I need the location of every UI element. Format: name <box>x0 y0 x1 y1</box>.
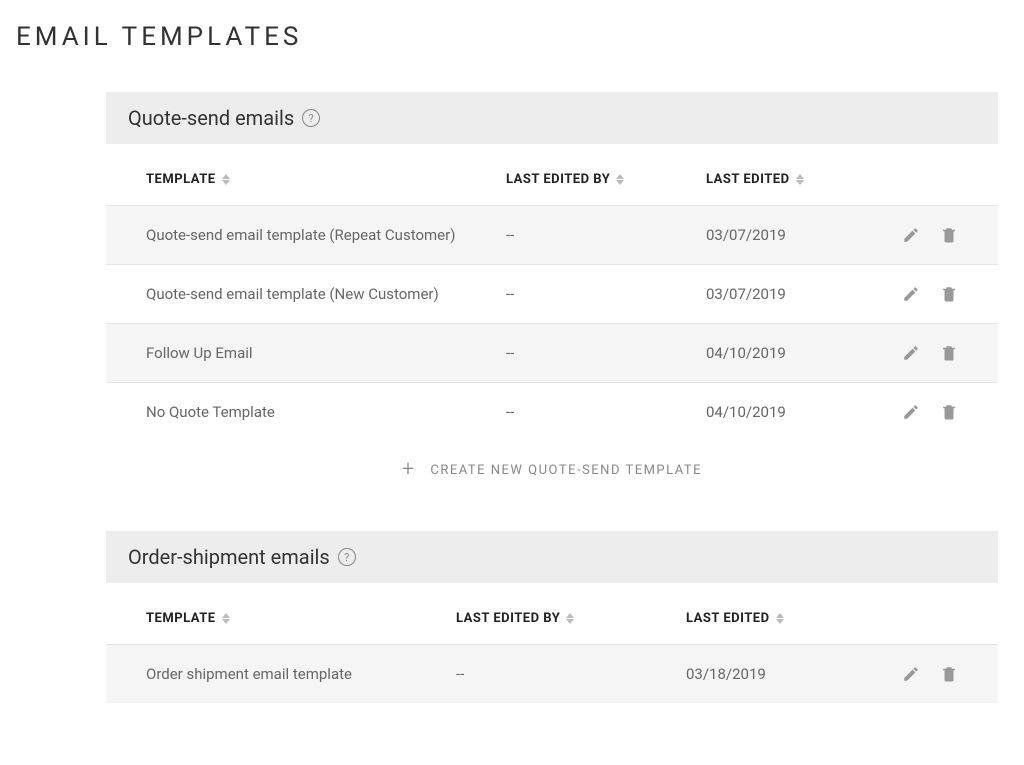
column-header-label: LAST EDITED BY <box>506 172 610 187</box>
section-header: Quote-send emails ? <box>106 92 998 144</box>
cell-edited: 03/07/2019 <box>706 226 886 244</box>
cell-template: No Quote Template <box>146 403 506 421</box>
trash-icon <box>940 344 958 362</box>
table-header: TEMPLATE LAST EDITED BY LAST EDITED <box>106 144 998 205</box>
pencil-icon <box>902 344 920 362</box>
edit-button[interactable] <box>902 403 920 421</box>
sort-icon <box>776 613 784 624</box>
delete-button[interactable] <box>940 285 958 303</box>
cell-edited-by: -- <box>506 226 706 244</box>
cell-template: Quote-send email template (New Customer) <box>146 285 506 303</box>
edit-button[interactable] <box>902 665 920 683</box>
table-row: Order shipment email template -- 03/18/2… <box>106 644 998 703</box>
table-row: Quote-send email template (Repeat Custom… <box>106 205 998 264</box>
column-header-label: LAST EDITED <box>686 611 770 626</box>
edit-button[interactable] <box>902 344 920 362</box>
cell-edited-by: -- <box>506 285 706 303</box>
cell-edited: 03/18/2019 <box>686 665 866 683</box>
delete-button[interactable] <box>940 226 958 244</box>
sort-icon <box>796 174 804 185</box>
sort-icon <box>616 174 624 185</box>
cell-edited-by: -- <box>506 344 706 362</box>
section-header: Order-shipment emails ? <box>106 531 998 583</box>
column-header-label: TEMPLATE <box>146 611 216 626</box>
delete-button[interactable] <box>940 665 958 683</box>
trash-icon <box>940 665 958 683</box>
pencil-icon <box>902 226 920 244</box>
table-row: Follow Up Email -- 04/10/2019 <box>106 323 998 382</box>
sort-icon <box>222 613 230 624</box>
edit-button[interactable] <box>902 226 920 244</box>
section-quote-send: Quote-send emails ? TEMPLATE LAST EDITED… <box>106 92 998 491</box>
section-order-shipment: Order-shipment emails ? TEMPLATE LAST ED… <box>106 531 998 703</box>
section-title: Quote-send emails <box>128 106 294 130</box>
column-header-edited[interactable]: LAST EDITED <box>686 611 866 626</box>
column-header-edited-by[interactable]: LAST EDITED BY <box>456 611 686 626</box>
column-header-label: TEMPLATE <box>146 172 216 187</box>
help-icon[interactable]: ? <box>302 109 320 127</box>
sort-icon <box>566 613 574 624</box>
cell-template: Follow Up Email <box>146 344 506 362</box>
table-row: No Quote Template -- 04/10/2019 <box>106 382 998 441</box>
cell-template: Quote-send email template (Repeat Custom… <box>146 226 506 244</box>
trash-icon <box>940 226 958 244</box>
table-row: Quote-send email template (New Customer)… <box>106 264 998 323</box>
column-header-template[interactable]: TEMPLATE <box>146 611 456 626</box>
help-icon[interactable]: ? <box>338 548 356 566</box>
section-title: Order-shipment emails <box>128 545 330 569</box>
cell-edited: 04/10/2019 <box>706 344 886 362</box>
create-new-template-button[interactable]: + CREATE NEW QUOTE-SEND TEMPLATE <box>106 441 998 491</box>
plus-icon: + <box>402 459 414 481</box>
cell-edited-by: -- <box>506 403 706 421</box>
trash-icon <box>940 403 958 421</box>
pencil-icon <box>902 285 920 303</box>
sort-icon <box>222 174 230 185</box>
create-label: CREATE NEW QUOTE-SEND TEMPLATE <box>430 463 702 478</box>
table-order-shipment: TEMPLATE LAST EDITED BY LAST EDITED <box>106 583 998 703</box>
column-header-label: LAST EDITED <box>706 172 790 187</box>
delete-button[interactable] <box>940 403 958 421</box>
column-header-label: LAST EDITED BY <box>456 611 560 626</box>
delete-button[interactable] <box>940 344 958 362</box>
table-quote-send: TEMPLATE LAST EDITED BY LAST EDITED <box>106 144 998 491</box>
column-header-template[interactable]: TEMPLATE <box>146 172 506 187</box>
cell-edited: 03/07/2019 <box>706 285 886 303</box>
cell-edited: 04/10/2019 <box>706 403 886 421</box>
column-header-edited[interactable]: LAST EDITED <box>706 172 886 187</box>
table-header: TEMPLATE LAST EDITED BY LAST EDITED <box>106 583 998 644</box>
pencil-icon <box>902 665 920 683</box>
edit-button[interactable] <box>902 285 920 303</box>
column-header-edited-by[interactable]: LAST EDITED BY <box>506 172 706 187</box>
pencil-icon <box>902 403 920 421</box>
trash-icon <box>940 285 958 303</box>
page-title: EMAIL TEMPLATES <box>16 22 1008 52</box>
cell-template: Order shipment email template <box>146 665 456 683</box>
cell-edited-by: -- <box>456 665 686 683</box>
